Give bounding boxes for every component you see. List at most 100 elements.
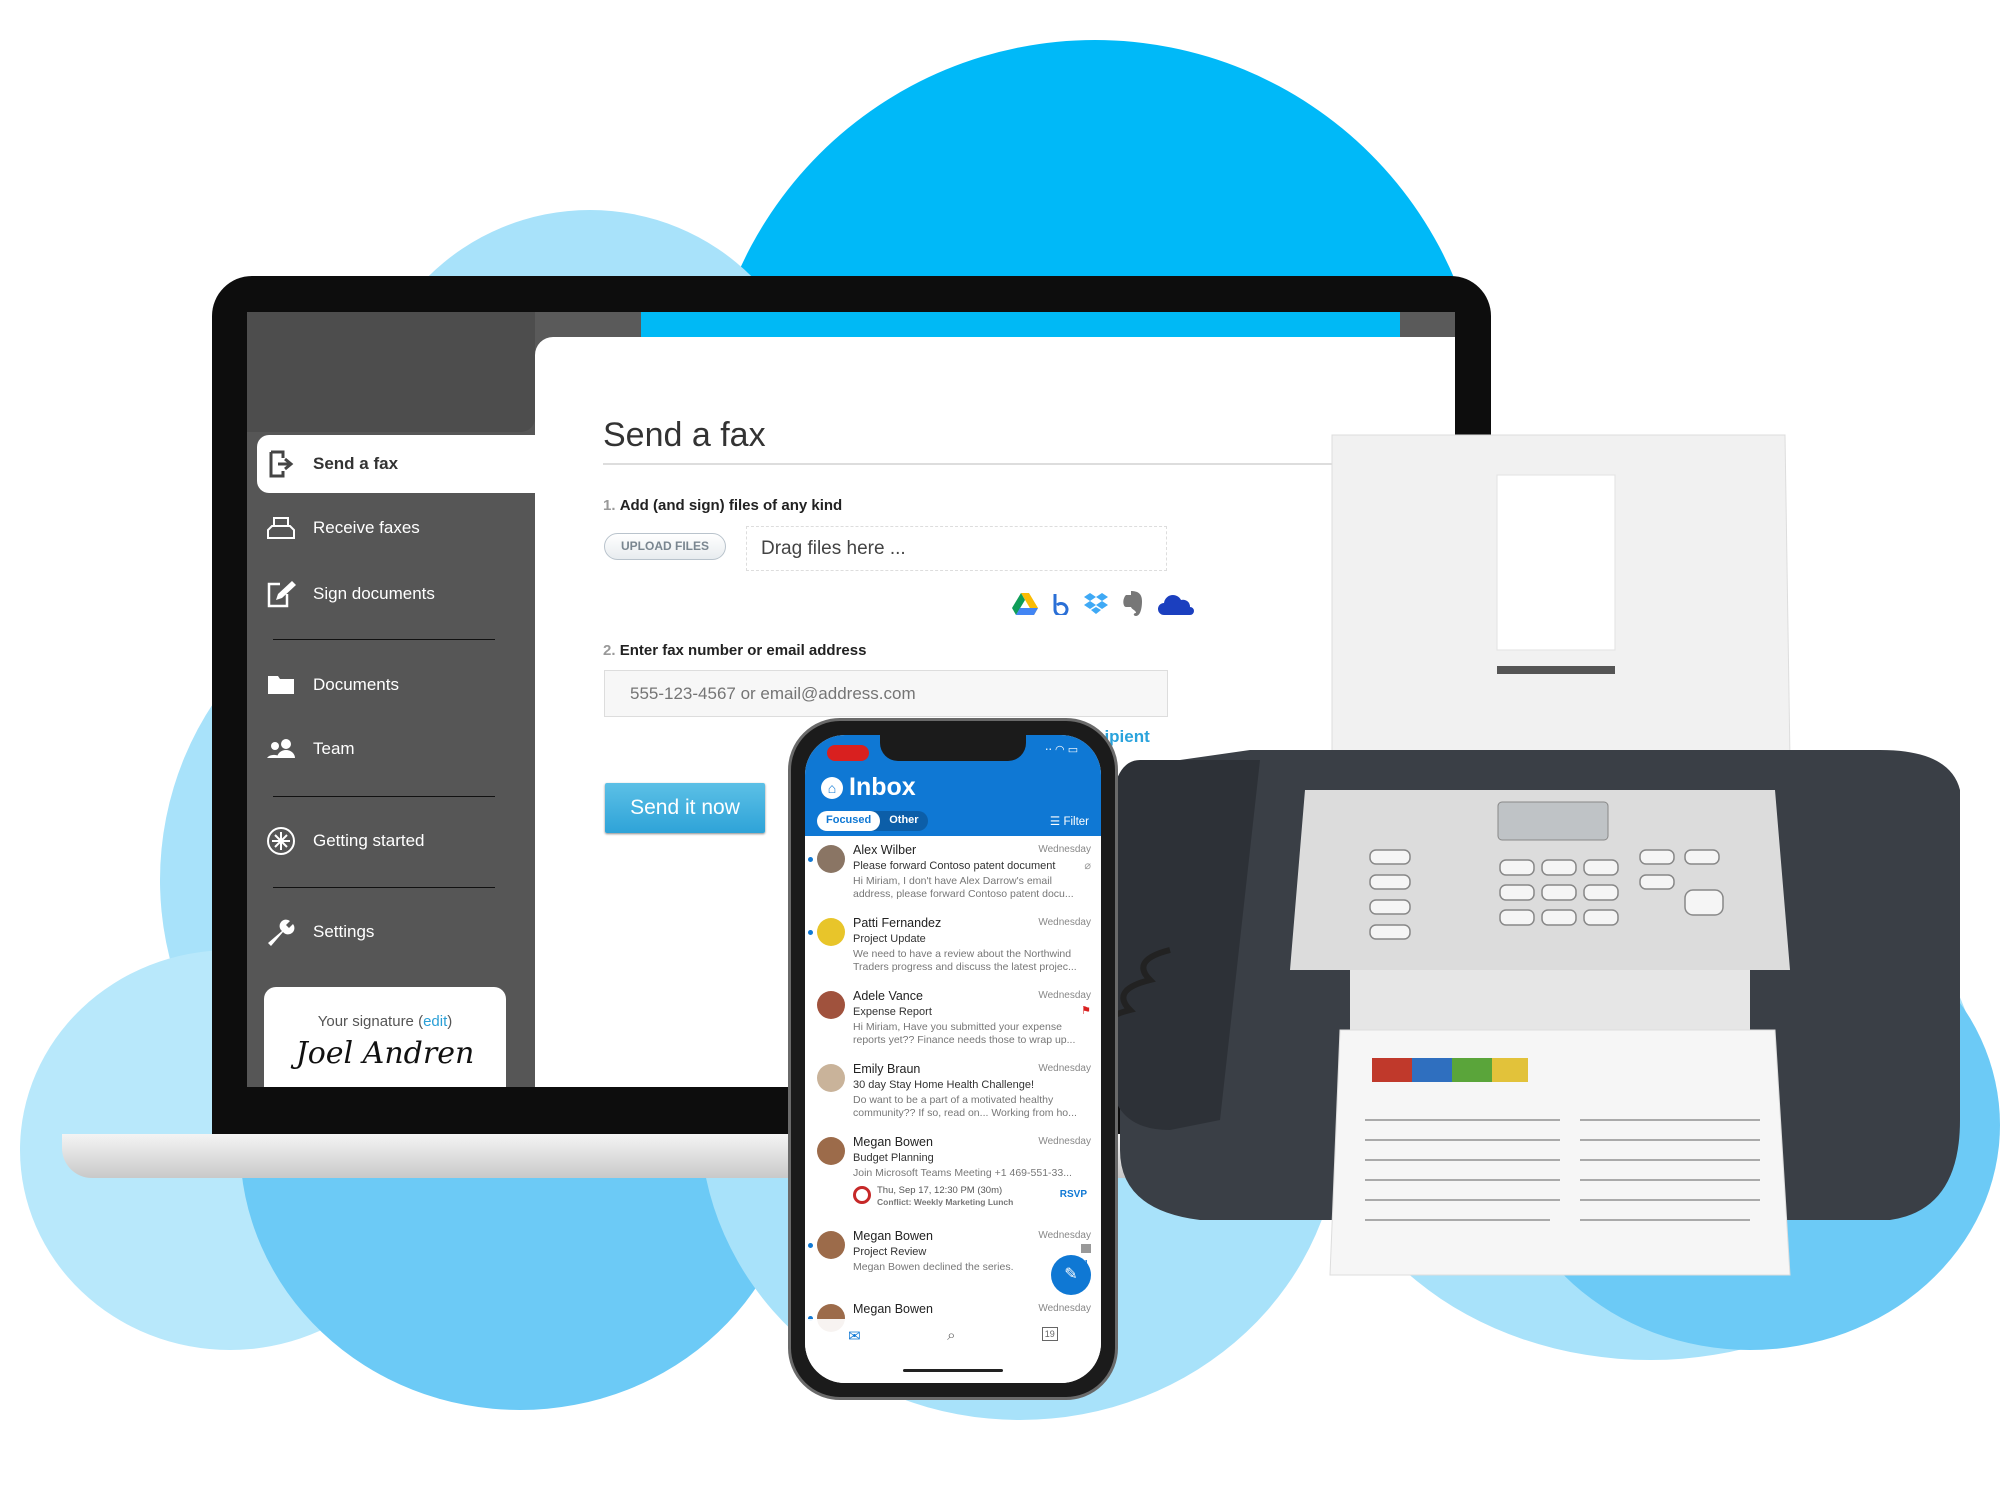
email-sender: Alex Wilber — [853, 843, 917, 857]
email-preview: Hi Miriam, I don't have Alex Darrow's em… — [853, 875, 1074, 900]
search-icon[interactable]: ⌕ — [947, 1327, 955, 1383]
email-date: Wednesday — [1038, 1063, 1091, 1074]
avatar — [817, 918, 845, 946]
edit-signature-link[interactable]: edit — [423, 1013, 447, 1030]
email-subject: 30 day Stay Home Health Challenge! — [853, 1079, 1034, 1091]
unread-dot — [808, 1243, 813, 1248]
compass-icon — [265, 827, 297, 855]
tab-focused[interactable]: Focused — [817, 811, 881, 831]
email-sender: Megan Bowen — [853, 1229, 933, 1243]
attachment-icon: ⌀ — [1084, 860, 1091, 872]
sidebar-item-label: Send a fax — [313, 454, 399, 473]
upload-files-button[interactable]: UPLOAD FILES — [604, 533, 726, 560]
sidebar-item-sign-documents[interactable]: Sign documents — [257, 572, 535, 616]
status-icons: ⋅⋅ ◠ ▭ — [1045, 744, 1079, 756]
calendar-icon — [1081, 1244, 1091, 1253]
team-icon — [265, 735, 297, 763]
page-title: Send a fax — [603, 416, 766, 454]
google-drive-icon[interactable] — [1012, 593, 1038, 615]
mail-icon[interactable]: ✉ — [848, 1327, 861, 1383]
email-preview: Hi Miriam, Have you submitted your expen… — [853, 1021, 1076, 1046]
fax-machine — [1110, 434, 1960, 1276]
email-list-item[interactable]: Adele Vance Wednesday Expense Report Hi Mir… — [805, 983, 1101, 1056]
email-date: Wednesday — [1038, 917, 1091, 928]
fax-number-input[interactable] — [604, 670, 1168, 717]
avatar — [817, 991, 845, 1019]
email-preview: Do want to be a part of a motivated heal… — [853, 1094, 1077, 1119]
compose-button[interactable]: ✎ — [1051, 1255, 1091, 1295]
sidebar-divider — [273, 796, 495, 797]
avatar — [817, 845, 845, 873]
sign-pencil-icon — [265, 580, 297, 608]
recording-indicator-icon — [827, 745, 869, 761]
email-preview: We need to have a review about the North… — [853, 948, 1077, 973]
wrench-icon — [265, 918, 297, 946]
email-list-item[interactable]: Patti Fernandez Wednesday Project Update We… — [805, 910, 1101, 983]
home-indicator — [903, 1369, 1003, 1372]
sidebar-item-receive-faxes[interactable]: Receive faxes — [257, 506, 535, 550]
rsvp-button[interactable]: RSVP — [1060, 1189, 1087, 1200]
email-list-item[interactable]: Megan Bowen Wednesday Budget Planning Join … — [805, 1129, 1101, 1223]
sidebar-divider — [273, 639, 495, 640]
email-date: Wednesday — [1038, 1136, 1091, 1147]
sidebar-item-label: Settings — [313, 922, 375, 941]
flag-icon: ⚑ — [1081, 1005, 1091, 1017]
phone-frame: ⋅⋅ ◠ ▭ ⌂ Inbox Focused Other ☰ Filter Al… — [788, 718, 1118, 1400]
email-date: Wednesday — [1038, 1230, 1091, 1241]
meeting-conflict: Conflict: Weekly Marketing Lunch — [877, 1197, 1014, 1207]
sidebar-item-documents[interactable]: Documents — [257, 663, 535, 707]
tab-other[interactable]: Other — [880, 811, 927, 831]
sidebar-header — [247, 312, 535, 432]
send-fax-icon — [265, 450, 297, 478]
sidebar-divider — [273, 887, 495, 888]
email-list-item[interactable]: Alex Wilber Wednesday Please forward Conto… — [805, 837, 1101, 910]
filter-label: Filter — [1063, 816, 1089, 828]
step-1-label: 1. Add (and sign) files of any kind — [603, 497, 843, 514]
email-list-item[interactable]: Emily Braun Wednesday 30 day Stay Home Hea… — [805, 1056, 1101, 1129]
inbox-tabs: Focused Other — [817, 811, 928, 831]
fax-tray-icon — [265, 514, 297, 542]
calendar-conflict-icon — [853, 1186, 871, 1204]
calendar-tab-icon[interactable]: 19 — [1041, 1327, 1058, 1341]
avatar — [817, 1231, 845, 1259]
email-date: Wednesday — [1038, 1303, 1091, 1314]
email-subject: Project Update — [853, 933, 926, 945]
email-sender: Megan Bowen — [853, 1135, 933, 1149]
meeting-time: Thu, Sep 17, 12:30 PM (30m) — [877, 1185, 1003, 1196]
inbox-title-text: Inbox — [849, 773, 916, 801]
signature-image: Joel Andren — [295, 1036, 475, 1071]
phone-notch — [880, 735, 1026, 761]
unread-dot — [808, 857, 813, 862]
email-subject: Budget Planning — [853, 1152, 934, 1164]
bottom-tab-bar: ✉ ⌕ 19 — [805, 1319, 1101, 1383]
email-sender: Emily Braun — [853, 1062, 921, 1076]
sidebar-item-label: Documents — [313, 675, 399, 694]
inbox-title: ⌂ Inbox — [821, 773, 916, 802]
email-date: Wednesday — [1038, 990, 1091, 1001]
box-icon[interactable] — [1052, 593, 1070, 615]
outlook-inbox-screen: ⋅⋅ ◠ ▭ ⌂ Inbox Focused Other ☰ Filter Al… — [805, 735, 1101, 1383]
send-it-now-button[interactable]: Send it now — [605, 783, 765, 833]
sidebar-item-team[interactable]: Team — [257, 727, 535, 771]
sidebar-item-label: Receive faxes — [313, 518, 420, 537]
sidebar-item-getting-started[interactable]: Getting started — [257, 819, 535, 863]
email-date: Wednesday — [1038, 844, 1091, 855]
email-subject: Expense Report — [853, 1006, 932, 1018]
dropbox-icon[interactable] — [1084, 593, 1108, 615]
email-sender: Adele Vance — [853, 989, 923, 1003]
signature-card: Your signature (edit) Joel Andren — [264, 987, 506, 1087]
avatar — [817, 1137, 845, 1165]
filter-button[interactable]: ☰ Filter — [1050, 814, 1089, 828]
drop-zone[interactable]: Drag files here ... — [746, 526, 1167, 571]
email-sender: Megan Bowen — [853, 1302, 933, 1316]
sidebar-item-settings[interactable]: Settings — [257, 910, 535, 954]
avatar — [817, 1064, 845, 1092]
signature-label: Your signature (edit) — [317, 1013, 453, 1030]
sidebar-item-label: Team — [313, 739, 355, 758]
email-subject: Project Review — [853, 1246, 927, 1258]
sidebar-item-label: Getting started — [313, 831, 425, 850]
email-sender: Patti Fernandez — [853, 916, 942, 930]
folder-icon — [265, 671, 297, 699]
unread-dot — [808, 930, 813, 935]
sidebar-item-send-a-fax[interactable]: Send a fax — [257, 435, 535, 493]
